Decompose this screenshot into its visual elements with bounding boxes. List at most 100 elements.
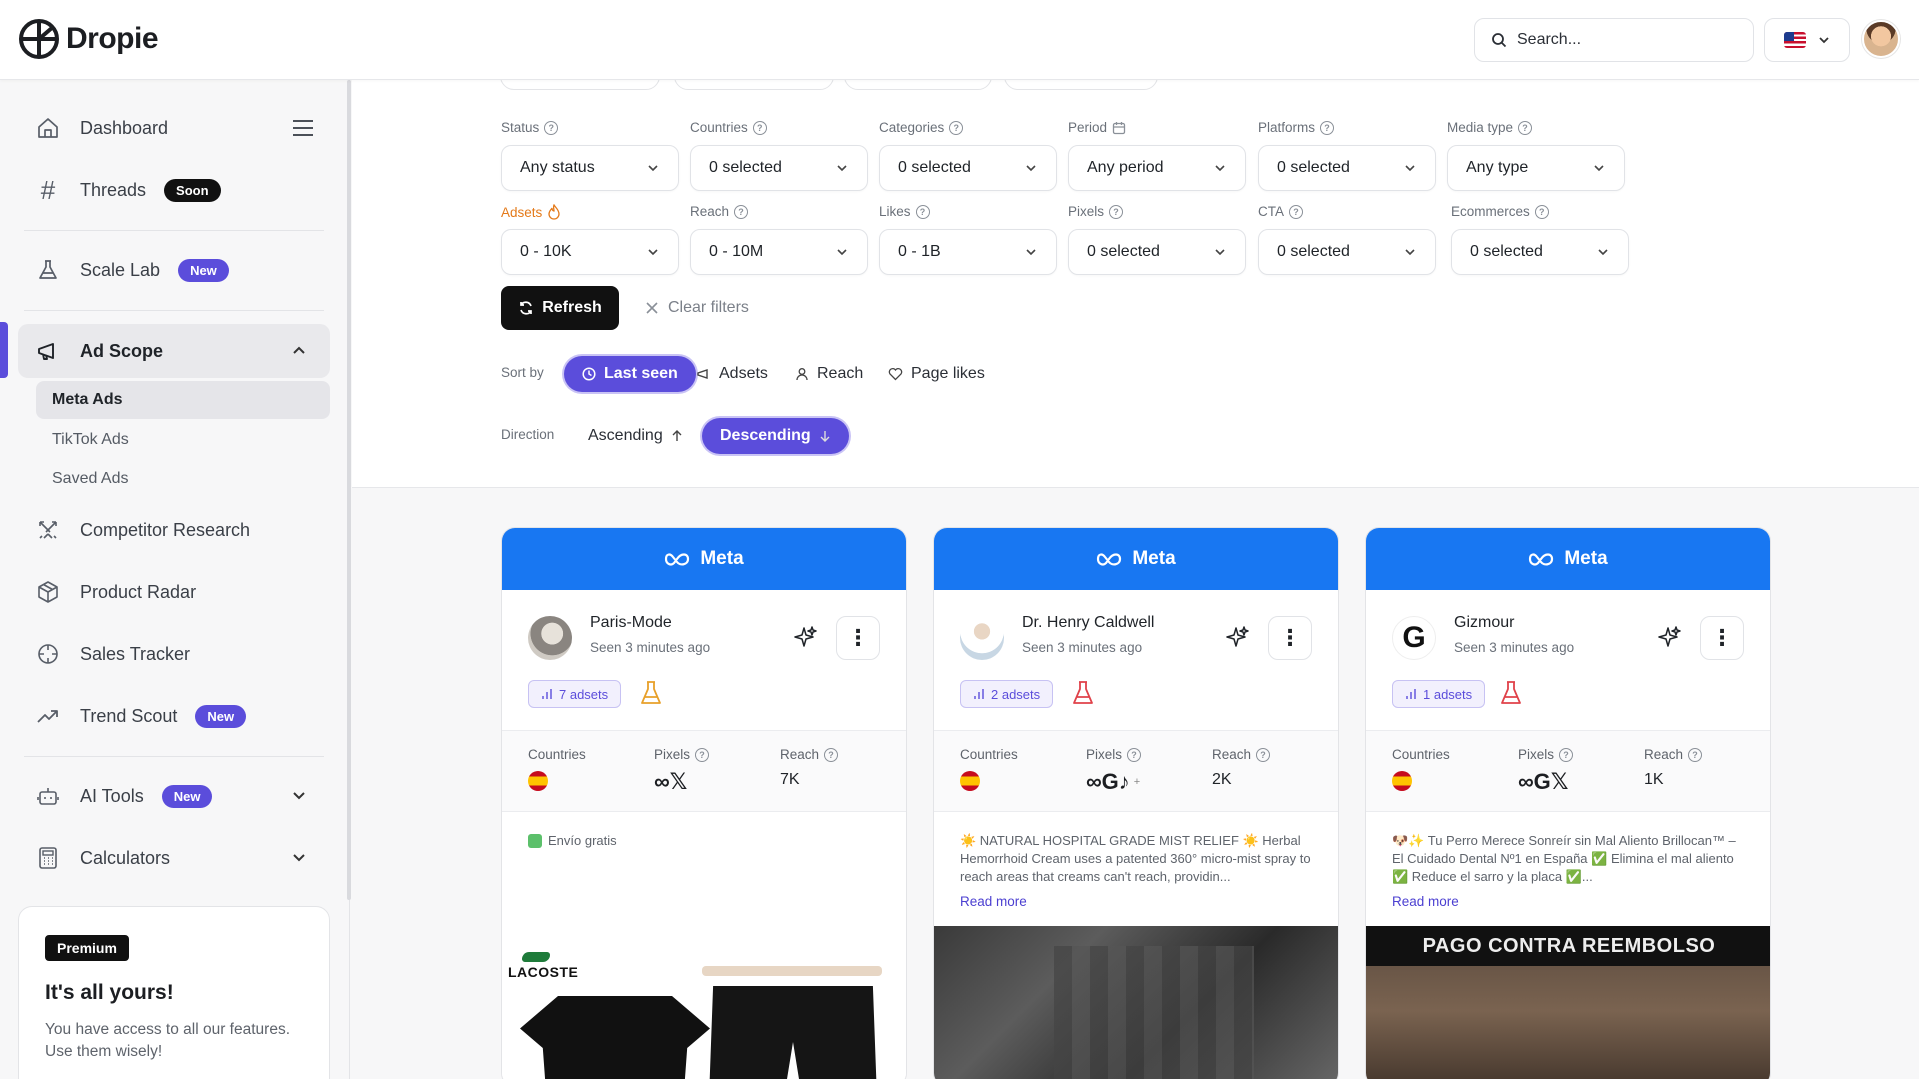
sort-last-seen[interactable]: Last seen bbox=[564, 356, 696, 392]
ad-media-image[interactable] bbox=[934, 926, 1338, 1079]
categories-select[interactable]: 0 selected bbox=[879, 145, 1057, 191]
sidebar-scrollbar[interactable] bbox=[347, 80, 351, 900]
advertiser-avatar[interactable] bbox=[528, 616, 572, 660]
ad-media-image[interactable]: PAGO CONTRA REEMBOLSO bbox=[1366, 926, 1770, 1079]
sort-reach[interactable]: Reach bbox=[795, 356, 863, 392]
cta-select[interactable]: 0 selected bbox=[1258, 229, 1436, 275]
sidebar-item-competitor-research[interactable]: Competitor Research bbox=[18, 504, 330, 556]
filter-label-media-type: Media type? bbox=[1447, 120, 1533, 135]
premium-title: It's all yours! bbox=[45, 981, 174, 1004]
card-platform-header: Meta bbox=[1366, 528, 1770, 590]
top-header: Dropie Search... bbox=[0, 0, 1919, 80]
sidebar-item-dashboard[interactable]: Dashboard bbox=[18, 102, 330, 154]
premium-description: You have access to all our features. Use… bbox=[45, 1021, 290, 1060]
chevron-down-icon bbox=[1819, 37, 1829, 44]
sidebar-item-label: AI Tools bbox=[80, 785, 144, 806]
sidebar-item-calculators[interactable]: Calculators bbox=[18, 832, 330, 884]
ad-description: 🐶✨ Tu Perro Merece Sonreír sin Mal Alien… bbox=[1392, 833, 1736, 884]
countries-select[interactable]: 0 selected bbox=[690, 145, 868, 191]
direction-ascending[interactable]: Ascending bbox=[588, 418, 683, 454]
spain-flag-icon bbox=[960, 771, 980, 791]
sidebar-subitem-tiktok-ads[interactable]: TikTok Ads bbox=[36, 421, 330, 459]
sort-adsets[interactable]: Adsets bbox=[697, 356, 768, 392]
ad-card[interactable]: Meta G Gizmour Seen 3 minutes ago ⋮ 1 ad… bbox=[1365, 527, 1771, 1079]
advertiser-name[interactable]: Gizmour bbox=[1454, 614, 1514, 632]
reach-label: Reach? bbox=[1212, 747, 1271, 762]
ad-media-image[interactable]: LACOSTE bbox=[502, 926, 906, 1079]
clear-filters-button[interactable]: Clear filters bbox=[646, 286, 749, 330]
reach-label: Reach? bbox=[1644, 747, 1703, 762]
language-selector[interactable] bbox=[1764, 18, 1850, 62]
sidebar-item-label: Ad Scope bbox=[80, 340, 164, 361]
meta-logo-icon bbox=[665, 553, 690, 566]
help-icon: ? bbox=[695, 747, 710, 762]
reach-range-select[interactable]: 0 - 10M bbox=[690, 229, 868, 275]
advertiser-avatar[interactable] bbox=[960, 616, 1004, 660]
sidebar-item-trend-scout[interactable]: Trend Scout New bbox=[18, 690, 330, 742]
ad-card[interactable]: Meta Paris-Mode Seen 3 minutes ago ⋮ 7 a… bbox=[501, 527, 907, 1079]
more-options-button[interactable]: ⋮ bbox=[836, 616, 880, 660]
flask-icon[interactable] bbox=[1500, 680, 1522, 706]
adsets-chip[interactable]: 2 adsets bbox=[960, 680, 1054, 708]
calculator-icon bbox=[34, 844, 62, 872]
pixels-select[interactable]: 0 selected bbox=[1068, 229, 1246, 275]
ad-card[interactable]: Meta Dr. Henry Caldwell Seen 3 minutes a… bbox=[933, 527, 1339, 1079]
bar-chart-icon bbox=[1406, 689, 1416, 699]
flask-icon[interactable] bbox=[1072, 680, 1094, 706]
spain-flag-icon bbox=[1392, 771, 1412, 791]
help-icon: ? bbox=[752, 120, 767, 135]
lacoste-logo: LACOSTE bbox=[508, 952, 578, 980]
more-options-button[interactable]: ⋮ bbox=[1700, 616, 1744, 660]
user-avatar[interactable] bbox=[1862, 20, 1900, 58]
refresh-button[interactable]: Refresh bbox=[501, 286, 619, 330]
likes-range-select[interactable]: 0 - 1B bbox=[879, 229, 1057, 275]
help-icon: ? bbox=[949, 120, 964, 135]
adsets-chip[interactable]: 7 adsets bbox=[528, 680, 622, 708]
more-options-button[interactable]: ⋮ bbox=[1268, 616, 1312, 660]
platforms-select[interactable]: 0 selected bbox=[1258, 145, 1436, 191]
sidebar-subitem-meta-ads[interactable]: Meta Ads bbox=[36, 381, 330, 419]
app-logo[interactable]: Dropie bbox=[18, 18, 159, 60]
sidebar-item-label: Competitor Research bbox=[80, 519, 251, 540]
advertiser-name[interactable]: Dr. Henry Caldwell bbox=[1022, 614, 1154, 632]
sort-page-likes[interactable]: Page likes bbox=[888, 356, 985, 392]
sidebar-divider bbox=[24, 756, 324, 757]
status-select[interactable]: Any status bbox=[501, 145, 679, 191]
read-more-link[interactable]: Read more bbox=[1392, 894, 1459, 909]
menu-icon[interactable] bbox=[292, 118, 314, 138]
box-icon bbox=[34, 578, 62, 606]
read-more-link[interactable]: Read more bbox=[960, 894, 1027, 909]
sidebar-subitem-saved-ads[interactable]: Saved Ads bbox=[36, 460, 330, 498]
heart-icon bbox=[888, 367, 903, 381]
sidebar-item-product-radar[interactable]: Product Radar bbox=[18, 566, 330, 618]
ecommerces-select[interactable]: 0 selected bbox=[1451, 229, 1629, 275]
chevron-down-icon bbox=[1405, 165, 1415, 172]
chevron-down-icon bbox=[1405, 249, 1415, 256]
sparkle-ai-icon[interactable] bbox=[792, 624, 818, 650]
sidebar-item-sales-tracker[interactable]: Sales Tracker bbox=[18, 628, 330, 680]
sidebar-item-scale-lab[interactable]: Scale Lab New bbox=[18, 244, 330, 296]
adsets-range-select[interactable]: 0 - 10K bbox=[501, 229, 679, 275]
new-badge: New bbox=[178, 258, 229, 282]
sparkle-ai-icon[interactable] bbox=[1224, 624, 1250, 650]
advertiser-avatar[interactable]: G bbox=[1392, 616, 1436, 660]
help-icon: ? bbox=[915, 204, 930, 219]
search-input[interactable]: Search... bbox=[1474, 18, 1754, 62]
pixel-icons: ∞𝕏 bbox=[654, 769, 688, 794]
sidebar-item-ai-tools[interactable]: AI Tools New bbox=[18, 770, 330, 822]
sidebar-item-label: Dashboard bbox=[80, 117, 169, 138]
sidebar-item-label: Calculators bbox=[80, 847, 171, 868]
direction-descending[interactable]: Descending bbox=[702, 418, 849, 454]
adsets-chip[interactable]: 1 adsets bbox=[1392, 680, 1486, 708]
sidebar-item-threads[interactable]: # Threads Soon bbox=[18, 164, 330, 216]
sparkle-ai-icon[interactable] bbox=[1656, 624, 1682, 650]
sidebar-item-ad-scope[interactable]: Ad Scope bbox=[18, 324, 330, 378]
megaphone-icon bbox=[34, 337, 62, 365]
advertiser-name[interactable]: Paris-Mode bbox=[590, 614, 672, 632]
media-type-select[interactable]: Any type bbox=[1447, 145, 1625, 191]
flask-icon[interactable] bbox=[640, 680, 662, 706]
period-select[interactable]: Any period bbox=[1068, 145, 1246, 191]
tshirt-image bbox=[520, 996, 710, 1079]
filter-label-status: Status? bbox=[501, 120, 559, 135]
arrow-up-icon bbox=[672, 430, 682, 441]
